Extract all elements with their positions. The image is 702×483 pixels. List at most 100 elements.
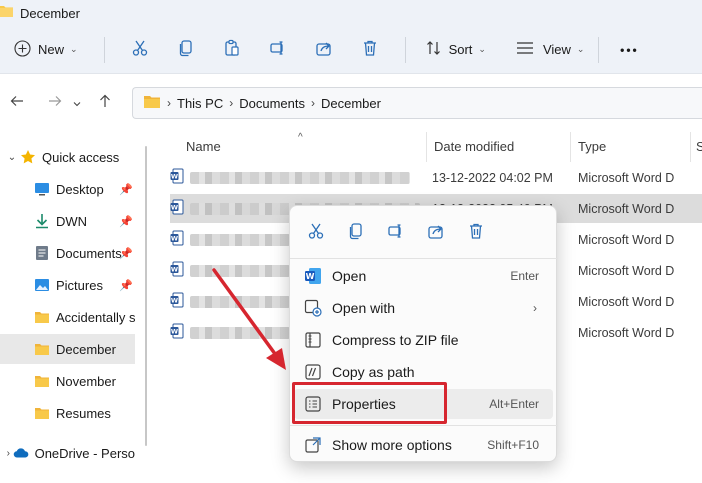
breadcrumb-documents[interactable]: Documents xyxy=(239,96,305,111)
file-type: Microsoft Word D xyxy=(578,325,675,340)
rename-button[interactable] xyxy=(255,35,301,65)
menu-item-label: Open with xyxy=(332,300,396,316)
folder-icon xyxy=(34,341,50,357)
word-document-icon: W xyxy=(170,199,184,218)
command-bar: New ⌄ Sort ⌄ View ⌄ ••• xyxy=(0,26,702,74)
word-app-icon: W xyxy=(302,267,324,285)
menu-item-open-with[interactable]: Open with › xyxy=(294,293,553,323)
share-button[interactable] xyxy=(301,35,347,65)
paste-button[interactable] xyxy=(209,35,255,65)
documents-icon xyxy=(34,245,50,261)
breadcrumb-separator: › xyxy=(167,96,171,110)
view-lines-icon xyxy=(516,41,534,58)
sidebar-scrollbar[interactable] xyxy=(145,146,147,446)
file-type: Microsoft Word D xyxy=(578,201,675,216)
up-button[interactable] xyxy=(92,94,118,113)
folder-icon xyxy=(34,309,50,325)
file-name-redacted xyxy=(190,326,290,339)
pictures-icon xyxy=(34,277,50,293)
cloud-icon xyxy=(13,445,29,461)
sort-button[interactable]: Sort ⌄ xyxy=(418,35,494,65)
menu-item-label: Show more options xyxy=(332,437,452,453)
column-header-type[interactable]: Type xyxy=(578,132,606,160)
copy-button[interactable] xyxy=(163,35,209,65)
sidebar-item-quick-access[interactable]: ⌄ Quick access xyxy=(0,142,135,172)
sidebar-item-label: November xyxy=(56,373,116,389)
rename-icon xyxy=(387,222,405,245)
folder-icon xyxy=(0,4,14,23)
column-divider[interactable] xyxy=(570,132,571,162)
toolbar-divider xyxy=(404,36,406,63)
toolbar-divider xyxy=(103,36,105,63)
svg-text:W: W xyxy=(171,328,178,336)
share-icon xyxy=(315,39,333,60)
sidebar-item-dwn[interactable]: DWN 📌 xyxy=(0,206,135,236)
sidebar-item-label: Accidentally sa xyxy=(56,309,135,325)
address-bar[interactable]: › This PC › Documents › December xyxy=(132,87,702,119)
chevron-right-icon[interactable]: › xyxy=(4,448,13,459)
column-header-date[interactable]: Date modified xyxy=(434,132,514,160)
back-button[interactable] xyxy=(4,94,30,112)
table-row[interactable]: W 13-12-2022 04:02 PM Microsoft Word D xyxy=(170,163,702,192)
menu-item-open[interactable]: W Open Enter xyxy=(294,261,553,291)
sidebar-item-desktop[interactable]: Desktop 📌 xyxy=(0,174,135,204)
delete-button[interactable] xyxy=(347,35,393,65)
sidebar-item-documents[interactable]: Documents 📌 xyxy=(0,238,135,268)
sidebar-item-label: Documents xyxy=(56,245,122,261)
forward-button[interactable] xyxy=(42,94,68,112)
word-document-icon: W xyxy=(170,168,184,187)
menu-cut-button[interactable] xyxy=(296,218,336,248)
sidebar-item-pictures[interactable]: Pictures 📌 xyxy=(0,270,135,300)
plus-circle-icon xyxy=(14,39,31,60)
breadcrumb-separator: › xyxy=(229,96,234,110)
svg-text:W: W xyxy=(306,272,315,281)
menu-share-button[interactable] xyxy=(416,218,456,248)
column-header-size[interactable]: S xyxy=(696,132,702,160)
menu-copy-button[interactable] xyxy=(336,218,376,248)
menu-item-compress-zip[interactable]: Compress to ZIP file xyxy=(294,325,553,355)
share-icon xyxy=(427,222,445,245)
file-date: 13-12-2022 04:02 PM xyxy=(432,170,553,185)
view-label: View xyxy=(542,42,571,57)
breadcrumb-this-pc[interactable]: This PC xyxy=(177,96,223,111)
desktop-icon xyxy=(34,181,50,197)
sidebar-item-resumes[interactable]: Resumes xyxy=(0,398,135,428)
toolbar-divider xyxy=(598,36,600,63)
properties-highlight-box xyxy=(292,382,447,424)
pin-icon: 📌 xyxy=(119,183,133,196)
arrow-right-icon xyxy=(48,94,62,112)
word-document-icon: W xyxy=(170,261,184,280)
sidebar-item-accidentally-saved[interactable]: Accidentally sa xyxy=(0,302,135,332)
view-button[interactable]: View ⌄ xyxy=(508,35,593,65)
sidebar-item-onedrive[interactable]: › OneDrive - Perso xyxy=(0,438,135,468)
menu-rename-button[interactable] xyxy=(376,218,416,248)
file-type: Microsoft Word D xyxy=(578,170,675,185)
sidebar-item-december[interactable]: December xyxy=(0,334,135,364)
svg-text:W: W xyxy=(171,297,178,305)
file-name-redacted xyxy=(190,264,290,277)
column-header-label: Name xyxy=(186,138,221,154)
breadcrumb-separator: › xyxy=(310,96,315,110)
more-options-button[interactable]: ••• xyxy=(609,35,649,65)
paste-icon xyxy=(223,39,241,60)
column-divider[interactable] xyxy=(690,132,691,162)
menu-delete-button[interactable] xyxy=(456,218,496,248)
sidebar-item-label: Desktop xyxy=(56,181,104,197)
column-header-name[interactable]: Name xyxy=(186,132,221,160)
column-divider[interactable] xyxy=(426,132,427,162)
menu-item-show-more-options[interactable]: Show more options Shift+F10 xyxy=(294,430,553,460)
breadcrumb-december[interactable]: December xyxy=(321,96,381,111)
cut-button[interactable] xyxy=(117,35,163,65)
chevron-expanded-icon[interactable]: ⌄ xyxy=(4,152,20,163)
menu-item-shortcut: Alt+Enter xyxy=(489,397,539,411)
context-menu-quick-actions xyxy=(290,214,558,252)
copy-path-icon xyxy=(302,363,324,381)
sidebar-item-november[interactable]: November xyxy=(0,366,135,396)
menu-item-shortcut: Shift+F10 xyxy=(487,438,539,452)
sort-ascending-icon: ^ xyxy=(298,132,303,143)
file-name-redacted xyxy=(190,171,410,184)
copy-icon xyxy=(177,39,195,60)
new-button[interactable]: New ⌄ xyxy=(14,35,78,65)
recent-locations-button[interactable] xyxy=(70,94,84,112)
sidebar-item-label: Pictures xyxy=(56,277,103,293)
